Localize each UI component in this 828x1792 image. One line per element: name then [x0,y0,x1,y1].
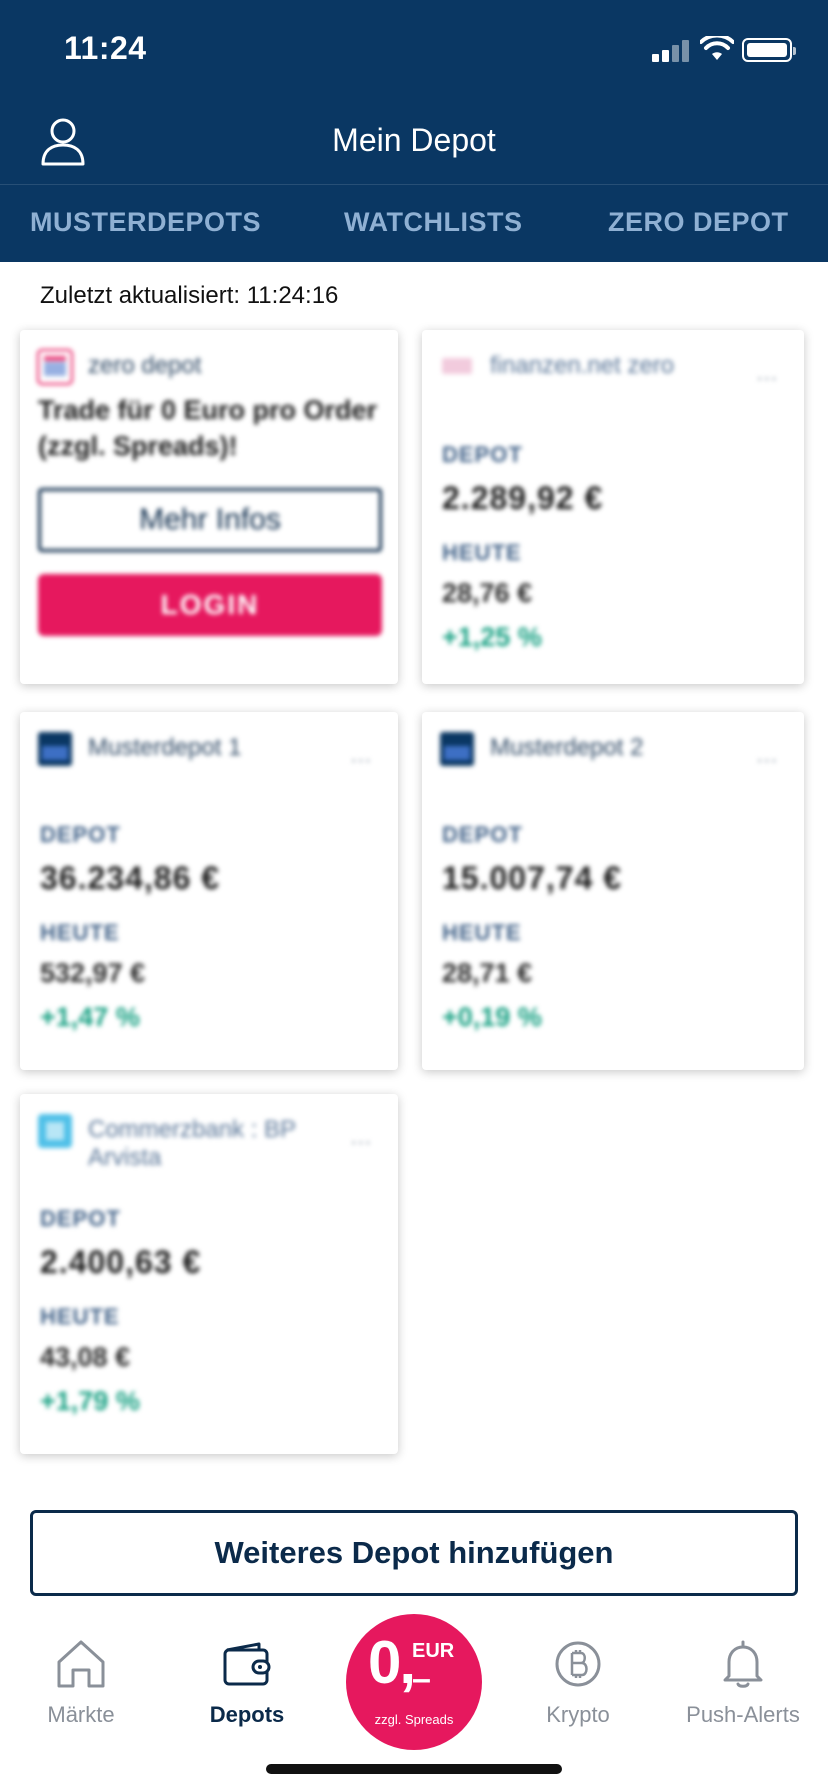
today-label: HEUTE [40,1304,120,1329]
today-value: 532,97 € [40,958,146,988]
depot-card-musterdepot-2[interactable]: Musterdepot 2 ... DEPOT 15.007,74 € HEUT… [422,712,804,1070]
bell-icon [723,1640,763,1688]
tab-zero-depot[interactable]: ZERO DEPOT [608,207,789,238]
zero-euro-promo-button[interactable]: 0, EUR – zzgl. Spreads [346,1614,482,1750]
change-percent: +1,25 % [442,622,542,652]
tab-watchlists[interactable]: WATCHLISTS [344,207,522,238]
depot-label: DEPOT [442,442,523,467]
depot-label: DEPOT [40,1206,121,1231]
add-depot-button[interactable]: Weiteres Depot hinzufügen [30,1510,798,1596]
depot-name: Commerzbank : BP Arvista [88,1116,296,1171]
promo-subtext: zzgl. Spreads [374,1712,454,1727]
change-percent: +1,79 % [40,1386,140,1416]
tab-bar: MUSTERDEPOTS WATCHLISTS ZERO DEPOT [0,184,828,262]
nav-item-depots[interactable]: Depots [172,1636,322,1728]
wifi-icon [700,36,734,60]
depot-label: DEPOT [40,822,121,847]
nav-label: Krypto [546,1702,610,1727]
depot-card-finanzen-zero[interactable]: finanzen.net zero ... DEPOT 2.289,92 € H… [422,330,804,684]
finanzen-zero-logo-icon [442,358,472,374]
commerzbank-logo-icon [38,1114,72,1148]
more-options-icon[interactable]: ... [757,360,778,386]
zero-depot-name: zero depot [88,352,202,379]
battery-icon [742,38,796,62]
zero-depot-card: zero depot Trade für 0 Euro pro Order (z… [20,330,398,684]
depot-name: Musterdepot 2 [490,734,644,761]
depot-name: finanzen.net zero [490,352,675,379]
home-indicator[interactable] [266,1764,562,1774]
navigation-bar: Mein Depot [0,96,828,184]
nav-label: Depots [209,1702,285,1727]
nav-item-markte[interactable]: Märkte [6,1636,156,1728]
today-label: HEUTE [40,920,120,945]
more-options-icon[interactable]: ... [757,742,778,768]
zero-depot-promo-text: Trade für 0 Euro pro Order (zzgl. Spread… [38,395,378,461]
login-button[interactable]: LOGIN [38,574,382,636]
wallet-icon [223,1642,271,1686]
status-bar: 11:24 [0,0,828,96]
last-updated-text: Zuletzt aktualisiert: 11:24:16 [40,282,339,309]
depot-card-musterdepot-1[interactable]: Musterdepot 1 ... DEPOT 36.234,86 € HEUT… [20,712,398,1070]
nav-item-push-alerts[interactable]: Push-Alerts [668,1636,818,1728]
today-label: HEUTE [442,920,522,945]
depot-name: Musterdepot 1 [88,734,242,761]
promo-dash: – [412,1660,431,1698]
page-title: Mein Depot [332,122,496,158]
tab-musterdepots[interactable]: MUSTERDEPOTS [30,207,261,238]
today-label: HEUTE [442,540,522,565]
depot-value: 2.400,63 € [40,1244,202,1280]
depot-card-commerzbank[interactable]: Commerzbank : BP Arvista ... DEPOT 2.400… [20,1094,398,1454]
depot-value: 15.007,74 € [442,860,623,896]
nav-item-krypto[interactable]: Krypto [503,1636,653,1728]
app-header: 11:24 Mein Depot MUSTERDEPOTS WATCHLISTS… [0,0,828,262]
nav-label: Push-Alerts [686,1702,800,1727]
zero-depot-logo-icon [37,349,73,385]
depot-value: 36.234,86 € [40,860,221,896]
more-options-icon[interactable]: ... [351,742,372,768]
nav-label: Märkte [47,1702,115,1727]
change-percent: +0,19 % [442,1002,542,1032]
today-value: 28,71 € [442,958,533,988]
depot-value: 2.289,92 € [442,480,604,516]
status-time: 11:24 [64,30,147,66]
more-info-button[interactable]: Mehr Infos [38,488,382,552]
promo-amount: 0, [368,1629,416,1696]
bitcoin-icon [555,1641,601,1687]
today-value: 43,08 € [40,1342,131,1372]
today-value: 28,76 € [442,578,533,608]
musterdepot-logo-icon [38,732,72,766]
cellular-signal-icon [652,38,690,62]
more-options-icon[interactable]: ... [351,1124,372,1150]
change-percent: +1,47 % [40,1002,140,1032]
musterdepot-logo-icon [440,732,474,766]
home-icon [57,1640,105,1688]
depot-label: DEPOT [442,822,523,847]
